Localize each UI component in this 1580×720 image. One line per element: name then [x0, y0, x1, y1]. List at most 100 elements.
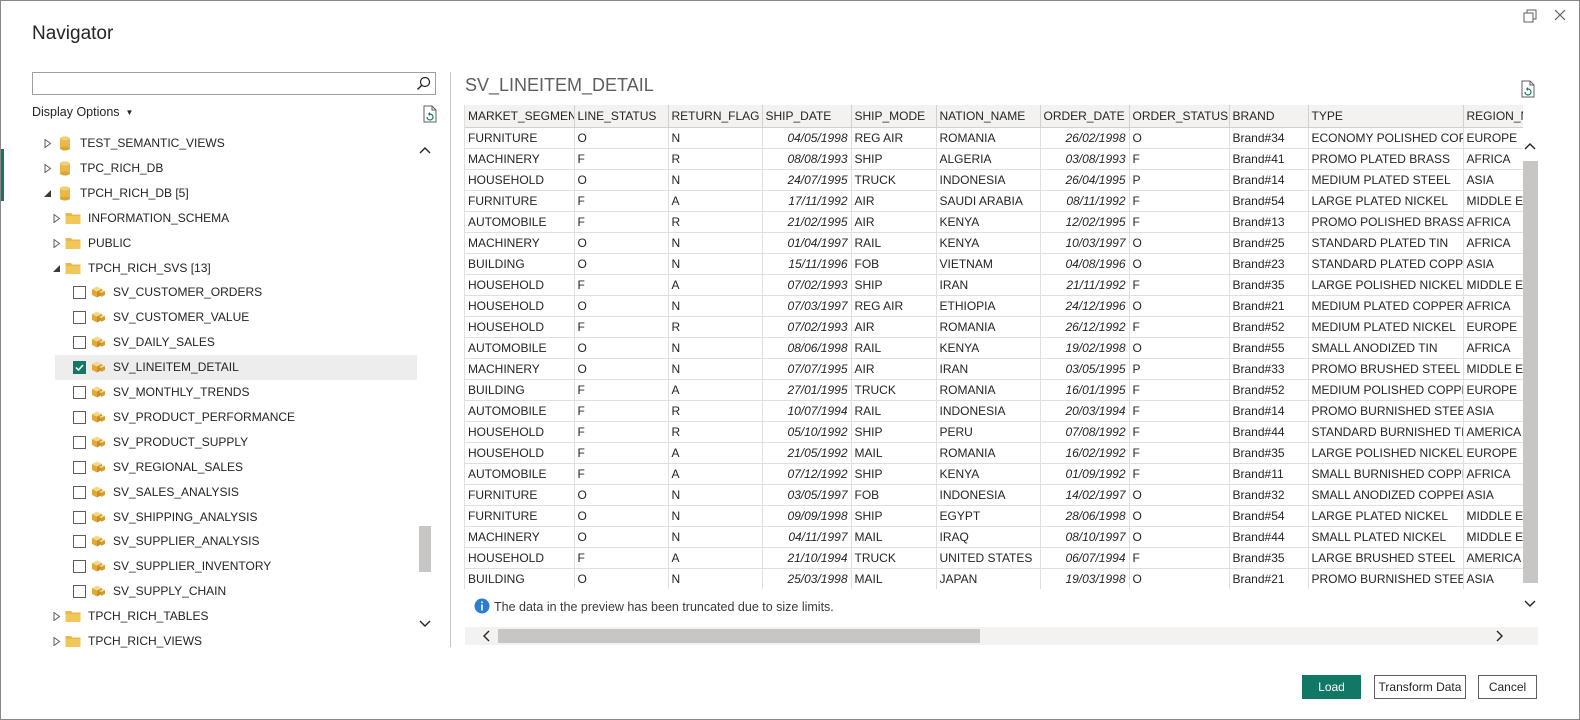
- table-cell: 19/03/1998: [1040, 568, 1130, 589]
- tree-item-label: SV_CUSTOMER_VALUE: [113, 310, 250, 325]
- column-header[interactable]: RETURN_FLAG: [668, 105, 763, 128]
- grid-vertical-scrollbar[interactable]: [1522, 127, 1538, 627]
- load-button[interactable]: Load: [1302, 675, 1361, 699]
- column-header[interactable]: ORDER_DATE: [1040, 105, 1130, 128]
- tree-item[interactable]: SV_PRODUCT_PERFORMANCE: [32, 405, 417, 430]
- table-cell: AUTOMOBILE: [465, 337, 575, 359]
- tree-item-checkbox[interactable]: [73, 560, 86, 574]
- collapsed-triangle-icon[interactable]: [44, 163, 52, 173]
- refresh-preview-icon[interactable]: [1520, 80, 1536, 98]
- tree-item[interactable]: TPCH_RICH_DB [5]: [32, 181, 417, 206]
- collapsed-triangle-icon[interactable]: [53, 637, 61, 646]
- tree-item[interactable]: TPCH_RICH_VIEWS: [32, 629, 417, 648]
- table-cell: F: [574, 211, 669, 233]
- column-header[interactable]: TYPE: [1308, 105, 1464, 128]
- tree-item-checkbox[interactable]: [73, 286, 86, 300]
- grid-vertical-scroll-thumb[interactable]: [1523, 161, 1538, 583]
- expanded-triangle-icon[interactable]: [44, 189, 52, 198]
- column-header[interactable]: SHIP_DATE: [762, 105, 852, 128]
- tree-item-checkbox[interactable]: [73, 435, 86, 449]
- table-cell: MACHINERY: [465, 148, 575, 170]
- table-cell: F: [574, 547, 669, 569]
- table-cell: AFRICA: [1463, 337, 1523, 359]
- cube-icon: [92, 511, 105, 522]
- table-cell: 21/02/1995: [762, 211, 852, 233]
- collapsed-triangle-icon[interactable]: [44, 139, 52, 148]
- table-cell: Brand#35: [1229, 547, 1309, 569]
- tree-item-checkbox[interactable]: [73, 485, 86, 499]
- tree-item[interactable]: SV_SHIPPING_ANALYSIS: [32, 505, 417, 530]
- tree-item-checkbox[interactable]: [73, 585, 86, 599]
- tree-item-label: SV_SHIPPING_ANALYSIS: [113, 509, 258, 524]
- scroll-up-icon[interactable]: [419, 145, 431, 155]
- tree-item-checkbox[interactable]: [73, 410, 86, 424]
- tree-item-checkbox[interactable]: [73, 510, 86, 524]
- pane-splitter[interactable]: [450, 72, 451, 647]
- scroll-down-icon[interactable]: [1524, 599, 1536, 609]
- column-header[interactable]: ORDER_STATUS: [1129, 105, 1230, 128]
- tree-item[interactable]: SV_SUPPLIER_ANALYSIS: [32, 529, 417, 554]
- tree-item[interactable]: TPC_RICH_DB: [32, 156, 417, 181]
- search-input[interactable]: [35, 74, 415, 94]
- scroll-left-icon[interactable]: [481, 630, 491, 642]
- tree-item[interactable]: SV_SUPPLY_CHAIN: [32, 579, 417, 604]
- column-header[interactable]: BRAND: [1229, 105, 1309, 128]
- tree-item[interactable]: SV_DAILY_SALES: [32, 330, 417, 355]
- table-cell: 21/11/1992: [1040, 274, 1130, 296]
- table-cell: MEDIUM POLISHED COPPER: [1308, 379, 1464, 401]
- search-box[interactable]: [32, 72, 436, 95]
- collapsed-triangle-icon[interactable]: [53, 213, 61, 223]
- grid-horizontal-scroll-thumb[interactable]: [498, 629, 980, 643]
- tree-item[interactable]: SV_SALES_ANALYSIS: [32, 480, 417, 505]
- table-cell: RAIL: [851, 400, 937, 422]
- tree-item[interactable]: TPCH_RICH_TABLES: [32, 604, 417, 629]
- column-header[interactable]: REGION_NAME: [1463, 105, 1523, 128]
- tree-item[interactable]: SV_LINEITEM_DETAIL: [55, 355, 417, 381]
- tree-item-checkbox[interactable]: [73, 535, 86, 549]
- tree-item[interactable]: SV_MONTHLY_TRENDS: [32, 380, 417, 405]
- tree-item-checkbox[interactable]: [73, 336, 86, 350]
- table-cell: EUROPE: [1463, 316, 1523, 338]
- cancel-button[interactable]: Cancel: [1478, 675, 1537, 699]
- tree-item-checkbox[interactable]: [73, 311, 86, 325]
- tree-scroll-thumb[interactable]: [419, 526, 431, 572]
- tree-item[interactable]: INFORMATION_SCHEMA: [32, 206, 417, 231]
- table-cell: 26/12/1992: [1040, 316, 1130, 338]
- tree-item-checkbox[interactable]: [73, 460, 86, 474]
- tree-item[interactable]: SV_SUPPLIER_INVENTORY: [32, 554, 417, 579]
- scroll-down-icon[interactable]: [419, 619, 431, 629]
- collapsed-triangle-icon[interactable]: [53, 238, 61, 248]
- collapsed-triangle-icon[interactable]: [53, 612, 61, 622]
- search-icon[interactable]: [416, 76, 431, 91]
- scroll-up-icon[interactable]: [1524, 141, 1536, 151]
- tree-item[interactable]: PUBLIC: [32, 231, 417, 256]
- column-header[interactable]: SHIP_MODE: [851, 105, 937, 128]
- tree-item[interactable]: TPCH_RICH_SVS [13]: [32, 256, 417, 281]
- tree-item-checkbox[interactable]: [73, 361, 86, 375]
- tree-item-checkbox[interactable]: [73, 386, 86, 399]
- close-icon[interactable]: [1552, 7, 1568, 23]
- column-header[interactable]: NATION_NAME: [936, 105, 1041, 128]
- restore-icon[interactable]: [1523, 9, 1537, 23]
- column-header[interactable]: LINE_STATUS: [574, 105, 669, 128]
- tree-item[interactable]: SV_REGIONAL_SALES: [32, 455, 417, 480]
- grid-horizontal-scrollbar[interactable]: [465, 627, 1538, 645]
- tree-item-label: SV_SALES_ANALYSIS: [113, 484, 239, 499]
- display-options-dropdown[interactable]: Display Options ▼: [32, 105, 133, 119]
- tree-item[interactable]: SV_CUSTOMER_ORDERS: [32, 280, 417, 305]
- table-cell: INDONESIA: [936, 484, 1041, 506]
- table-cell: Brand#34: [1229, 127, 1309, 149]
- table-cell: F: [1129, 316, 1230, 338]
- column-header[interactable]: MARKET_SEGMENT: [465, 105, 575, 128]
- refresh-icon[interactable]: [422, 105, 438, 123]
- tree-item[interactable]: SV_PRODUCT_SUPPLY: [32, 430, 417, 455]
- tree-item[interactable]: SV_CUSTOMER_VALUE: [32, 305, 417, 330]
- table-row: AUTOMOBILE O N 08/06/1998 RAIL KENYA 19/02/199…: [465, 337, 1523, 359]
- table-row: MACHINERY F R 08/08/1993 SHIP ALGERIA 03/08/19…: [465, 148, 1523, 170]
- scroll-right-icon[interactable]: [1495, 630, 1505, 642]
- transform-data-button[interactable]: Transform Data: [1374, 675, 1466, 699]
- table-cell: F: [1129, 463, 1230, 485]
- expanded-triangle-icon[interactable]: [53, 264, 61, 273]
- tree-item[interactable]: TEST_SEMANTIC_VIEWS: [32, 133, 417, 156]
- tree-scrollbar[interactable]: [417, 133, 433, 648]
